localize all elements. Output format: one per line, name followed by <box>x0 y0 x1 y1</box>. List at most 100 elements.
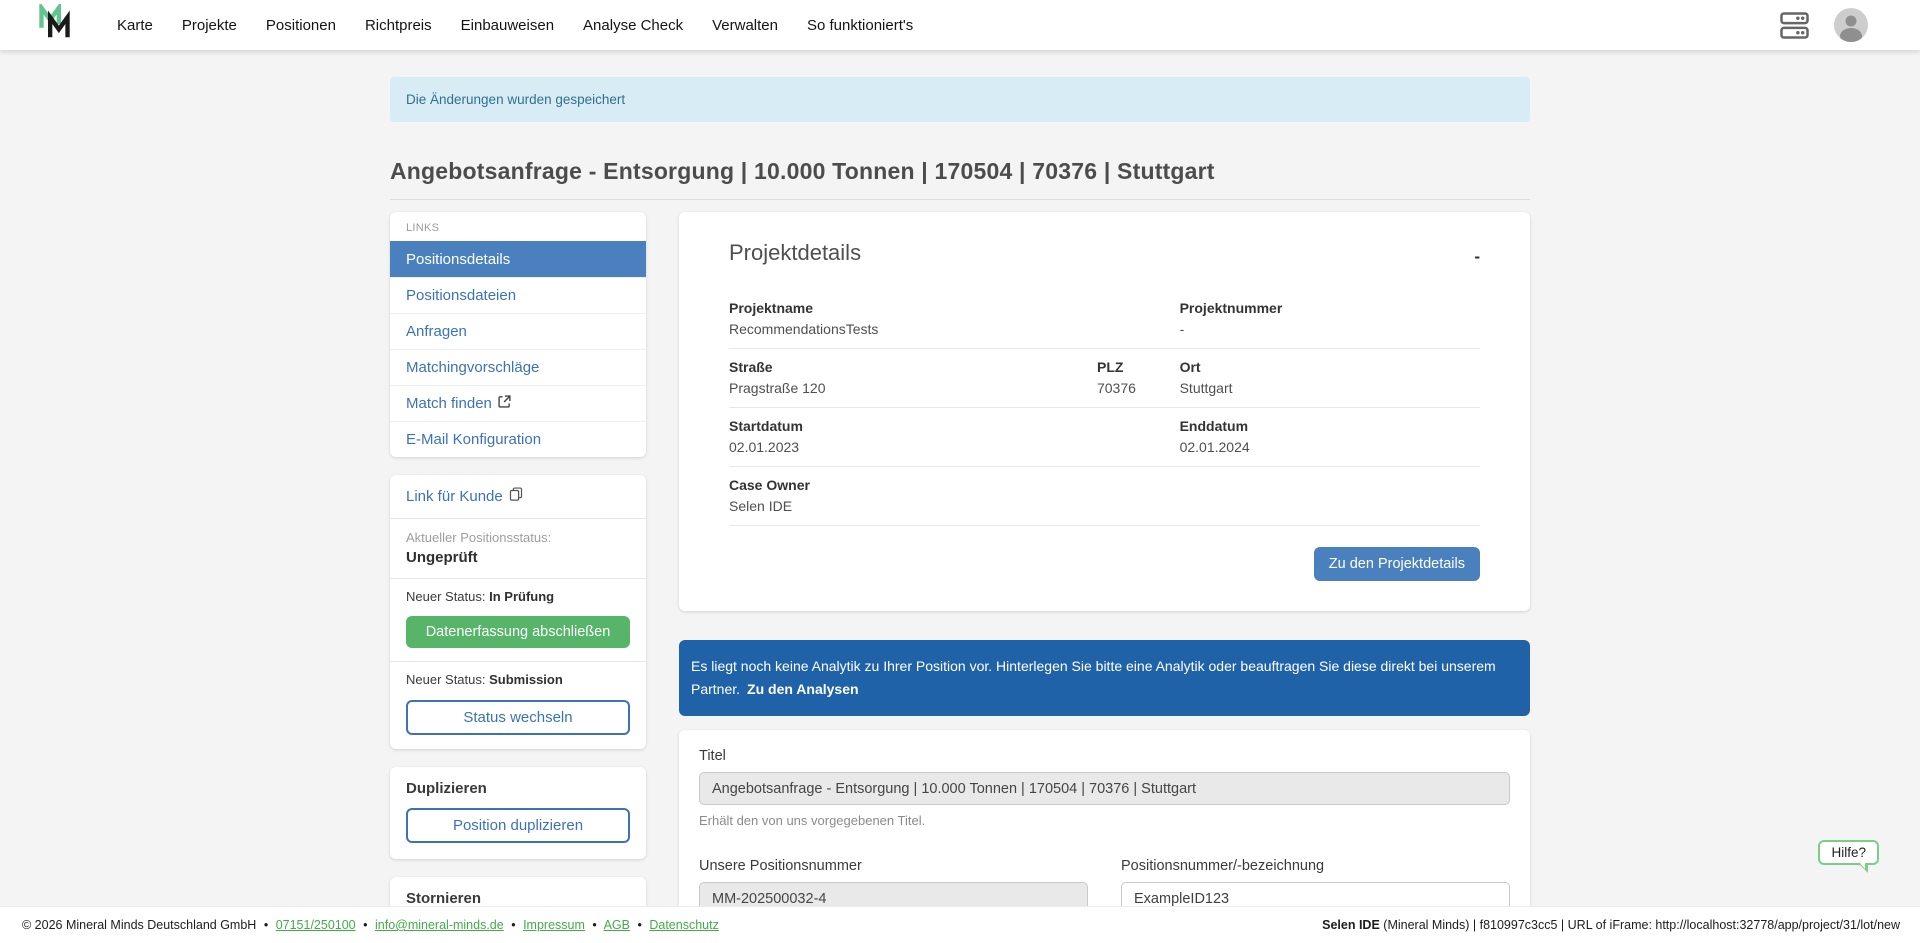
field-value: 02.01.2023 <box>729 439 1180 455</box>
logo-icon <box>38 4 71 46</box>
new-status-row-2: Neuer Status: Submission <box>390 662 646 694</box>
sidebar-item-label: Match finden <box>406 395 492 412</box>
sidebar-links-card: LINKS Positionsdetails Positionsdateien … <box>390 212 646 457</box>
complete-data-entry-button[interactable]: Datenerfassung abschließen <box>406 616 630 648</box>
sidebar-item-label: E-Mail Konfiguration <box>406 431 541 448</box>
nav-item-richtpreis[interactable]: Richtpreis <box>365 17 432 34</box>
sidebar-item-label: Positionsdetails <box>406 251 510 268</box>
sidebar-item-label: Positionsdateien <box>406 287 516 304</box>
switch-status-button[interactable]: Status wechseln <box>406 700 630 735</box>
position-number-designation-label: Positionsnummer/-bezeichnung <box>1121 858 1510 874</box>
footer-phone-link[interactable]: 07151/250100 <box>276 918 356 932</box>
sidebar-item-matchingvorschlaege[interactable]: Matchingvorschläge <box>390 349 646 385</box>
nav-item-karte[interactable]: Karte <box>117 17 153 34</box>
footer-datenschutz-link[interactable]: Datenschutz <box>649 918 718 932</box>
current-status-value: Ungeprüft <box>406 549 630 566</box>
cancel-card-title: Stornieren <box>406 890 630 907</box>
field-label: Projektnummer <box>1180 300 1480 316</box>
field-value: RecommendationsTests <box>729 321 1180 337</box>
go-to-analyses-link[interactable]: Zu den Analysen <box>747 681 859 697</box>
field-value: Selen IDE <box>729 498 1180 514</box>
field-value: - <box>1180 321 1480 337</box>
title-field-hint: Erhält den von uns vorgegebenen Titel. <box>699 813 1510 828</box>
new-status-value: In Prüfung <box>489 589 554 604</box>
help-button[interactable]: Hilfe? <box>1818 840 1879 865</box>
nav-item-einbauweisen[interactable]: Einbauweisen <box>461 17 554 34</box>
footer-session-details: (Mineral Minds) | f810997c3cc5 | URL of … <box>1380 918 1900 932</box>
project-details-row: Startdatum 02.01.2023 Enddatum 02.01.202… <box>729 408 1480 467</box>
customer-link-label: Link für Kunde <box>406 488 503 505</box>
field-label: PLZ <box>1097 359 1180 375</box>
field-label: Startdatum <box>729 418 1180 434</box>
sidebar-item-match-finden[interactable]: Match finden <box>390 385 646 421</box>
new-status-row-1: Neuer Status: In Prüfung <box>390 579 646 611</box>
page-title: Angebotsanfrage - Entsorgung | 10.000 To… <box>390 158 1530 200</box>
footer: © 2026 Mineral Minds Deutschland GmbH • … <box>0 906 1920 943</box>
nav-item-so-funktionierts[interactable]: So funktioniert's <box>807 17 913 34</box>
duplicate-card-title: Duplizieren <box>406 780 630 797</box>
title-field-label: Titel <box>699 748 1510 764</box>
sidebar: LINKS Positionsdetails Positionsdateien … <box>390 212 646 943</box>
nav-item-positionen[interactable]: Positionen <box>266 17 336 34</box>
footer-separator: • <box>592 918 596 932</box>
footer-separator: • <box>264 918 268 932</box>
footer-session-info: Selen IDE (Mineral Minds) | f810997c3cc5… <box>1322 918 1900 932</box>
sidebar-item-positionsdetails[interactable]: Positionsdetails <box>390 241 646 277</box>
sidebar-item-label: Anfragen <box>406 323 467 340</box>
sidebar-item-label: Matchingvorschläge <box>406 359 539 376</box>
field-label: Projektname <box>729 300 1180 316</box>
project-details-card: Projektdetails - Projektname Recommendat… <box>679 212 1530 611</box>
top-navbar: Karte Projekte Positionen Richtpreis Ein… <box>0 0 1920 50</box>
footer-agb-link[interactable]: AGB <box>604 918 630 932</box>
copy-icon[interactable] <box>509 487 523 505</box>
sidebar-links-header: LINKS <box>390 212 646 241</box>
current-status-label: Aktueller Positionsstatus: <box>406 530 630 545</box>
footer-copyright: © 2026 Mineral Minds Deutschland GmbH <box>22 918 256 932</box>
project-details-row: Case Owner Selen IDE <box>729 467 1480 526</box>
project-details-title: Projektdetails <box>729 240 861 266</box>
field-value: Pragstraße 120 <box>729 380 1097 396</box>
mineral-minds-logo[interactable] <box>38 4 71 46</box>
sidebar-item-positionsdateien[interactable]: Positionsdateien <box>390 277 646 313</box>
project-details-row: Straße Pragstraße 120 PLZ 70376 Ort Stut… <box>729 349 1480 408</box>
field-label: Straße <box>729 359 1097 375</box>
field-value: Stuttgart <box>1180 380 1480 396</box>
our-position-number-label: Unsere Positionsnummer <box>699 858 1088 874</box>
server-stack-icon[interactable] <box>1780 12 1809 39</box>
nav-item-projekte[interactable]: Projekte <box>182 17 237 34</box>
field-label: Enddatum <box>1180 418 1480 434</box>
nav-item-verwalten[interactable]: Verwalten <box>712 17 778 34</box>
new-status-prefix: Neuer Status: <box>406 589 486 604</box>
footer-legal: © 2026 Mineral Minds Deutschland GmbH • … <box>22 918 719 932</box>
nav-item-analyse-check[interactable]: Analyse Check <box>583 17 683 34</box>
external-link-icon <box>498 395 511 412</box>
main-content: Projektdetails - Projektname Recommendat… <box>679 212 1530 943</box>
user-avatar-icon[interactable] <box>1834 8 1868 42</box>
main-navigation: Karte Projekte Positionen Richtpreis Ein… <box>117 17 913 34</box>
field-value: 70376 <box>1097 380 1180 396</box>
duplicate-card: Duplizieren Position duplizieren <box>390 767 646 859</box>
analytics-info-banner: Es liegt noch keine Analytik zu Ihrer Po… <box>679 640 1530 716</box>
field-label: Ort <box>1180 359 1480 375</box>
field-value: 02.01.2024 <box>1180 439 1480 455</box>
footer-impressum-link[interactable]: Impressum <box>523 918 585 932</box>
field-label: Case Owner <box>729 477 1180 493</box>
sidebar-item-email-konfiguration[interactable]: E-Mail Konfiguration <box>390 421 646 457</box>
navbar-right-actions <box>1780 8 1868 42</box>
save-success-alert: Die Änderungen wurden gespeichert <box>390 77 1530 122</box>
title-field-input <box>699 772 1510 805</box>
footer-separator: • <box>511 918 515 932</box>
footer-email-link[interactable]: info@mineral-minds.de <box>375 918 504 932</box>
new-status-prefix: Neuer Status: <box>406 672 486 687</box>
footer-separator: • <box>637 918 641 932</box>
go-to-project-details-button[interactable]: Zu den Projektdetails <box>1314 547 1480 581</box>
footer-separator: • <box>363 918 367 932</box>
sidebar-item-anfragen[interactable]: Anfragen <box>390 313 646 349</box>
project-details-row: Projektname RecommendationsTests Projekt… <box>729 290 1480 349</box>
duplicate-position-button[interactable]: Position duplizieren <box>406 808 630 843</box>
footer-user-name: Selen IDE <box>1322 918 1380 932</box>
collapse-toggle-icon[interactable]: - <box>1474 248 1480 265</box>
new-status-value: Submission <box>489 672 563 687</box>
status-card: Link für Kunde Aktueller Positionsstatus… <box>390 475 646 749</box>
customer-link[interactable]: Link für Kunde <box>390 475 646 518</box>
